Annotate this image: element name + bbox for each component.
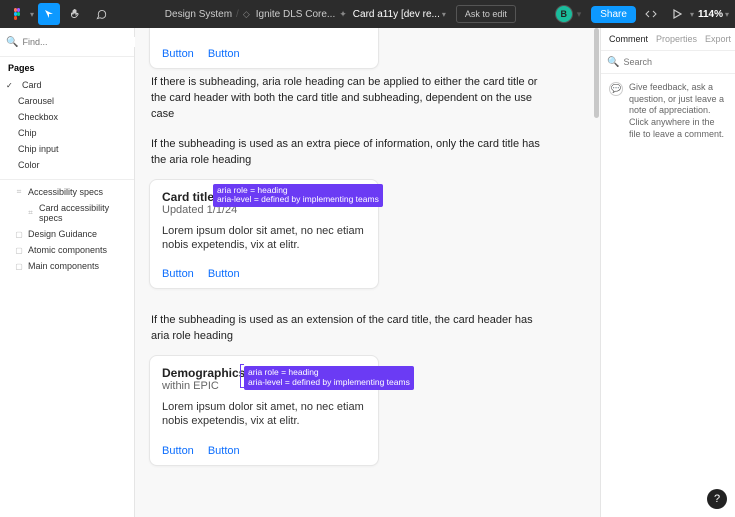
chevron-down-icon[interactable]: ▾ [690, 10, 694, 19]
ask-to-edit-button[interactable]: Ask to edit [456, 5, 516, 23]
comment-search-input[interactable] [623, 57, 735, 67]
page-item-carousel[interactable]: Carousel [4, 93, 130, 109]
layer-item[interactable]: ⌗Card accessibility specs [4, 200, 130, 226]
scrollbar-track [592, 28, 600, 517]
example-card: Card title ↔ Updated 1/1/24 ⋮ aria role … [149, 179, 379, 290]
page-item-chip-input[interactable]: Chip input [4, 141, 130, 157]
card-subtitle: within EPIC [162, 380, 245, 392]
page-item-color[interactable]: Color [4, 157, 130, 173]
tab-export[interactable]: Export [705, 34, 731, 44]
move-tool-icon[interactable] [38, 3, 60, 25]
file-icon: ✦ [339, 9, 347, 20]
card-button[interactable]: Button [162, 445, 194, 457]
comment-tool-icon[interactable] [90, 3, 112, 25]
a11y-annotation: aria role = headingaria-level = defined … [244, 366, 414, 390]
present-icon[interactable] [666, 3, 688, 25]
doc-paragraph: If there is subheading, aria role headin… [151, 75, 551, 123]
a11y-annotation: aria role = headingaria-level = defined … [213, 184, 383, 208]
chevron-down-icon[interactable]: ▾ [30, 10, 34, 19]
find-input[interactable] [22, 37, 139, 47]
card-title: Demographics [162, 366, 245, 380]
card-body: Lorem ipsum dolor sit amet, no nec etiam… [162, 400, 366, 429]
doc-paragraph: If the subheading is used as an extensio… [151, 313, 551, 345]
figma-menu-icon[interactable] [6, 3, 28, 25]
comment-hint-text: Give feedback, ask a question, or just l… [629, 82, 727, 140]
card-button[interactable]: Button [208, 268, 240, 280]
left-sidebar: 🔍 Card ⌃ Pages Card Carousel Checkbox Ch… [0, 28, 135, 517]
chevron-down-icon[interactable]: ▾ [725, 10, 729, 19]
top-toolbar: ▾ Design System / ◇ Ignite DLS Core... ✦… [0, 0, 735, 28]
pages-header: Pages [0, 57, 134, 77]
layer-item[interactable]: ⌗Accessibility specs [4, 184, 130, 200]
tab-properties[interactable]: Properties [656, 34, 697, 44]
chevron-down-icon[interactable]: ▾ [442, 10, 446, 19]
card-button[interactable]: Button [208, 445, 240, 457]
card-title: Card title [162, 190, 214, 204]
layer-item[interactable]: ▢Design Guidance [4, 226, 130, 242]
dev-mode-icon[interactable] [640, 3, 662, 25]
frame-icon: ▢ [14, 262, 24, 271]
page-item-checkbox[interactable]: Checkbox [4, 109, 130, 125]
example-card-top: Button Button [149, 28, 379, 69]
doc-paragraph: If the subheading is used as an extra pi… [151, 137, 551, 169]
zoom-level[interactable]: 114% [698, 9, 723, 20]
frame-icon: ⌗ [14, 187, 24, 197]
breadcrumb-root[interactable]: Design System [165, 9, 232, 20]
search-icon: 🔍 [6, 37, 18, 48]
avatar[interactable]: B [555, 5, 573, 23]
example-card: Demographics within EPIC aria role = hea… [149, 355, 379, 466]
help-button[interactable]: ? [707, 489, 727, 509]
avatar-chevron[interactable]: ▾ [577, 9, 582, 20]
canvas[interactable]: Button Button If there is subheading, ar… [135, 28, 600, 517]
frame-icon: ▢ [14, 230, 24, 239]
frame-icon: ▢ [14, 246, 24, 255]
tab-comment[interactable]: Comment [609, 34, 648, 44]
card-button[interactable]: Button [162, 268, 194, 280]
project-icon: ◇ [243, 9, 250, 20]
right-sidebar: Comment Properties Export 🔍 @ ⚙ 💬 Give f… [600, 28, 735, 517]
card-body: Lorem ipsum dolor sit amet, no nec etiam… [162, 224, 366, 253]
share-button[interactable]: Share [591, 6, 636, 23]
layer-item[interactable]: ▢Main components [4, 258, 130, 274]
page-item-card[interactable]: Card [4, 77, 130, 93]
breadcrumb-sep: / [236, 9, 239, 20]
search-icon: 🔍 [607, 57, 619, 68]
page-item-chip[interactable]: Chip [4, 125, 130, 141]
breadcrumb-project[interactable]: Ignite DLS Core... [256, 9, 335, 20]
hand-tool-icon[interactable] [64, 3, 86, 25]
card-button[interactable]: Button [208, 48, 240, 60]
card-button[interactable]: Button [162, 48, 194, 60]
scrollbar-thumb[interactable] [594, 28, 599, 118]
layer-item[interactable]: ▢Atomic components [4, 242, 130, 258]
comment-bubble-icon: 💬 [609, 82, 623, 96]
frame-icon: ⌗ [26, 208, 35, 218]
breadcrumb: Design System / ◇ Ignite DLS Core... ✦ C… [136, 5, 545, 23]
breadcrumb-file[interactable]: Card a11y [dev re... [353, 9, 440, 20]
